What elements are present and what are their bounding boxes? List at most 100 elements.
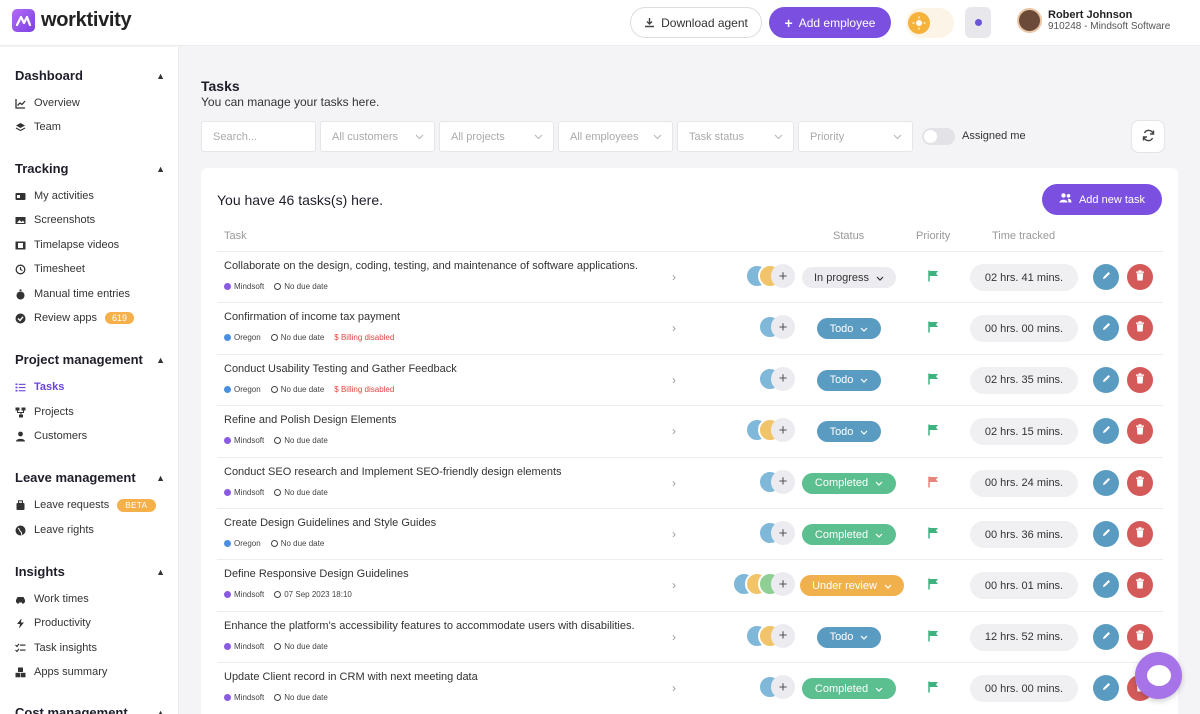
table-row[interactable]: Confirmation of income tax payment Oregon… — [217, 302, 1163, 353]
chat-support-button[interactable] — [1135, 652, 1182, 699]
edit-task-button[interactable] — [1093, 315, 1119, 342]
task-name[interactable]: Enhance the platform's accessibility fea… — [224, 620, 635, 632]
add-assignee-icon[interactable]: + — [771, 623, 795, 648]
add-employee-button[interactable]: + Add employee — [769, 7, 891, 38]
add-assignee-icon[interactable]: + — [771, 315, 795, 340]
chevron-right-icon[interactable]: › — [672, 476, 676, 490]
chevron-right-icon[interactable]: › — [672, 321, 676, 335]
priority-flag-icon[interactable] — [928, 578, 939, 593]
edit-task-button[interactable] — [1093, 572, 1119, 599]
employees-select[interactable]: All employees — [558, 121, 673, 152]
sidebar-item-projects[interactable]: Projects — [15, 404, 74, 420]
edit-task-button[interactable] — [1093, 623, 1119, 650]
assigned-me-toggle[interactable] — [922, 128, 955, 145]
customers-select[interactable]: All customers — [320, 121, 435, 152]
priority-flag-icon[interactable] — [928, 630, 939, 645]
edit-task-button[interactable] — [1093, 366, 1119, 393]
table-row[interactable]: Collaborate on the design, coding, testi… — [217, 251, 1163, 302]
priority-flag-icon[interactable] — [928, 527, 939, 542]
edit-task-button[interactable] — [1093, 675, 1119, 702]
delete-task-button[interactable] — [1127, 623, 1153, 650]
sidebar-item-timesheet[interactable]: Timesheet — [15, 261, 85, 277]
status-dropdown[interactable]: Todo — [817, 626, 881, 648]
status-dropdown[interactable]: Todo — [817, 318, 881, 340]
sidebar-item-review-apps[interactable]: Review apps 619 — [15, 310, 135, 326]
task-name[interactable]: Confirmation of income tax payment — [224, 311, 400, 323]
table-row[interactable]: Create Design Guidelines and Style Guide… — [217, 508, 1163, 559]
delete-task-button[interactable] — [1127, 418, 1153, 445]
delete-task-button[interactable] — [1127, 366, 1153, 393]
projects-select[interactable]: All projects — [439, 121, 554, 152]
priority-flag-icon[interactable] — [928, 373, 939, 388]
priority-flag-icon[interactable] — [928, 476, 939, 491]
chevron-right-icon[interactable]: › — [672, 373, 676, 387]
add-new-task-button[interactable]: Add new task — [1042, 184, 1162, 215]
table-row[interactable]: Conduct Usability Testing and Gather Fee… — [217, 353, 1163, 405]
chevron-right-icon[interactable]: › — [672, 424, 676, 438]
priority-flag-icon[interactable] — [928, 681, 939, 696]
delete-task-button[interactable] — [1127, 315, 1153, 342]
priority-flag-icon[interactable] — [928, 424, 939, 439]
sidebar-item-productivity[interactable]: Productivity — [15, 615, 91, 631]
task-name[interactable]: Collaborate on the design, coding, testi… — [224, 260, 638, 272]
sidebar-item-task-insights[interactable]: Task insights — [15, 640, 97, 656]
chevron-right-icon[interactable]: › — [672, 527, 676, 541]
chevron-right-icon[interactable]: › — [672, 681, 676, 695]
priority-select[interactable]: Priority — [798, 121, 913, 152]
sidebar-item-apps-summary[interactable]: Apps summary — [15, 664, 107, 680]
sidebar-item-timelapse-videos[interactable]: Timelapse videos — [15, 237, 119, 253]
task-name[interactable]: Create Design Guidelines and Style Guide… — [224, 517, 436, 529]
chevron-right-icon[interactable]: › — [672, 630, 676, 644]
add-assignee-icon[interactable]: + — [771, 675, 795, 700]
sidebar-item-overview[interactable]: Overview — [15, 95, 80, 111]
status-dropdown[interactable]: Under review — [800, 575, 904, 597]
sidebar-item-leave-requests[interactable]: Leave requests BETA — [15, 497, 156, 513]
download-agent-button[interactable]: Download agent — [630, 7, 762, 38]
sidebar-item-tasks[interactable]: Tasks — [15, 379, 64, 395]
theme-toggle[interactable] — [906, 8, 954, 38]
priority-flag-icon[interactable] — [928, 270, 939, 285]
edit-task-button[interactable] — [1093, 418, 1119, 445]
column-header-priority[interactable]: Priority — [916, 230, 950, 242]
column-header-status[interactable]: Status — [833, 230, 864, 242]
sidebar-section-cost-management[interactable]: Cost management ▲ — [15, 705, 165, 714]
user-menu[interactable]: Robert Johnson 910248 - Mindsoft Softwar… — [1017, 8, 1170, 33]
table-row[interactable]: Conduct SEO research and Implement SEO-f… — [217, 456, 1163, 508]
table-row[interactable]: Enhance the platform's accessibility fea… — [217, 610, 1163, 662]
delete-task-button[interactable] — [1127, 572, 1153, 599]
task-name[interactable]: Update Client record in CRM with next me… — [224, 671, 478, 683]
delete-task-button[interactable] — [1127, 521, 1153, 547]
column-header-task[interactable]: Task — [224, 230, 247, 242]
edit-task-button[interactable] — [1093, 469, 1119, 496]
sidebar-item-screenshots[interactable]: Screenshots — [15, 212, 95, 228]
task-name[interactable]: Define Responsive Design Guidelines — [224, 568, 409, 580]
chevron-right-icon[interactable]: › — [672, 270, 676, 284]
table-row[interactable]: Define Responsive Design Guidelines Minds… — [217, 559, 1163, 610]
edit-task-button[interactable] — [1093, 521, 1119, 547]
delete-task-button[interactable] — [1127, 264, 1153, 290]
edit-task-button[interactable] — [1093, 264, 1119, 290]
column-header-time-tracked[interactable]: Time tracked — [992, 230, 1055, 242]
add-assignee-icon[interactable]: + — [771, 572, 795, 597]
task-status-select[interactable]: Task status — [677, 121, 794, 152]
search-input[interactable]: Search... — [201, 121, 316, 152]
add-assignee-icon[interactable]: + — [771, 521, 795, 545]
task-name[interactable]: Refine and Polish Design Elements — [224, 414, 396, 426]
table-row[interactable]: Refine and Polish Design Elements Mindsof… — [217, 405, 1163, 456]
sidebar-section-tracking[interactable]: Tracking ▲ — [15, 161, 165, 176]
status-dropdown[interactable]: Todo — [817, 369, 881, 391]
sidebar-section-project-management[interactable]: Project management ▲ — [15, 352, 165, 367]
task-name[interactable]: Conduct SEO research and Implement SEO-f… — [224, 466, 562, 478]
status-dropdown[interactable]: Completed — [802, 524, 896, 545]
status-dropdown[interactable]: Completed — [802, 472, 896, 494]
sidebar-item-work-times[interactable]: Work times — [15, 591, 89, 607]
status-dropdown[interactable]: Completed — [802, 678, 896, 700]
priority-flag-icon[interactable] — [928, 321, 939, 336]
sidebar-section-insights[interactable]: Insights ▲ — [15, 564, 165, 579]
refresh-button[interactable] — [1131, 120, 1165, 153]
sidebar-item-team[interactable]: Team — [15, 119, 61, 135]
status-dropdown[interactable]: Todo — [817, 421, 881, 443]
add-assignee-icon[interactable]: + — [771, 418, 795, 443]
add-assignee-icon[interactable]: + — [771, 366, 795, 391]
brand-logo[interactable]: worktivity — [12, 9, 132, 32]
